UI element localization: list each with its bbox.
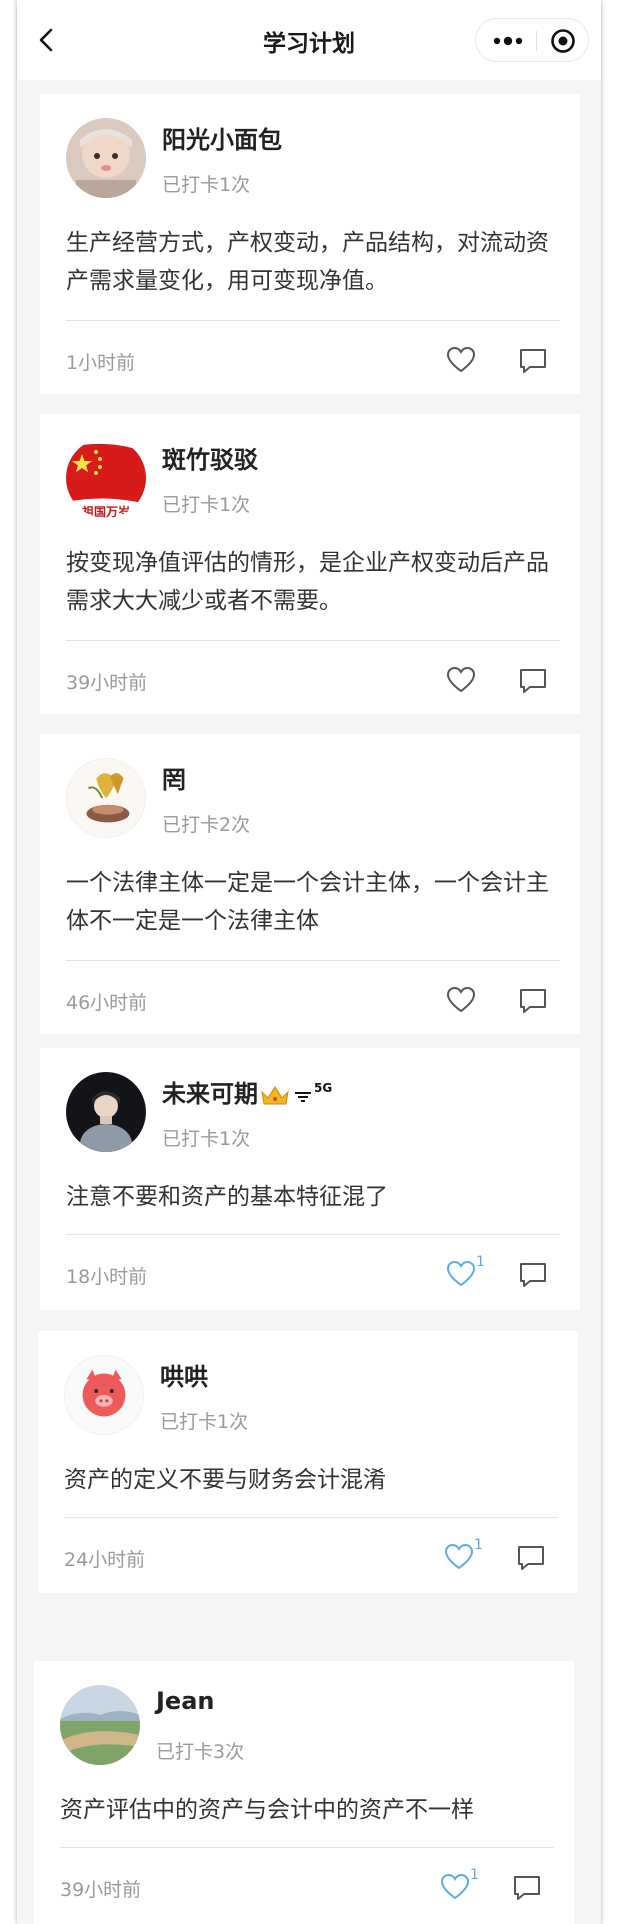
heart-icon [446, 986, 476, 1013]
like-button[interactable] [446, 986, 486, 1020]
divider [66, 960, 560, 961]
app-frame: 学习计划 阳光小面包 已打卡1次 生产经营方式，产权变动，产品结构，对流动资产需… [17, 0, 601, 1924]
avatar[interactable] [66, 118, 146, 198]
like-count: 1 [474, 1537, 483, 1553]
like-button[interactable] [446, 666, 486, 700]
post-card: Jean 已打卡3次 资产评估中的资产与会计中的资产不一样 39小时前 1 [34, 1661, 574, 1924]
heart-icon [446, 346, 476, 373]
heart-icon [446, 1260, 476, 1287]
user-name-text: 未来可期 [162, 1080, 258, 1108]
post-time: 24小时前 [64, 1549, 146, 1571]
like-count: 1 [476, 1254, 485, 1270]
signal-5g-label: 5G [314, 1081, 333, 1095]
avatar[interactable]: 祖国万岁 [66, 438, 146, 518]
divider [64, 1517, 558, 1518]
post-card: 阳光小面包 已打卡1次 生产经营方式，产权变动，产品结构，对流动资产需求量变化，… [40, 94, 580, 394]
post-card: 祖国万岁 斑竹驳驳 已打卡1次 按变现净值评估的情形，是企业产权变动后产品需求大… [40, 414, 580, 714]
user-name: 斑竹驳驳 [162, 446, 258, 474]
divider [66, 640, 560, 641]
post-content: 按变现净值评估的情形，是企业产权变动后产品需求大大减少或者不需要。 [66, 550, 549, 614]
capsule-divider [536, 31, 537, 51]
checkin-count: 已打卡1次 [162, 1128, 251, 1150]
wifi-icon [295, 1092, 311, 1102]
heart-icon [440, 1873, 470, 1900]
avatar[interactable] [64, 1355, 144, 1435]
user-name: 阳光小面包 [162, 126, 282, 154]
like-button[interactable] [446, 346, 486, 380]
post-time: 39小时前 [60, 1879, 142, 1901]
comment-icon[interactable] [516, 1543, 546, 1573]
nav-bar: 学习计划 [17, 0, 601, 80]
checkin-count: 已打卡1次 [160, 1411, 249, 1433]
crown-icon [261, 1086, 289, 1105]
like-count: 1 [470, 1867, 479, 1883]
avatar[interactable] [66, 1072, 146, 1152]
divider [66, 1234, 560, 1235]
post-time: 46小时前 [66, 992, 148, 1014]
post-time: 1小时前 [66, 352, 136, 374]
more-dots-icon[interactable] [490, 28, 526, 54]
checkin-count: 已打卡2次 [162, 814, 251, 836]
like-button[interactable]: 1 [446, 1254, 486, 1294]
divider [60, 1847, 554, 1848]
heart-icon [444, 1543, 474, 1570]
user-name: Jean [156, 1687, 215, 1715]
comment-icon[interactable] [518, 666, 548, 696]
post-card: 未来可期 5G 已打卡1次 注意不要和资产的基本特征混了 18小时前 1 [40, 1048, 580, 1310]
comment-icon[interactable] [518, 346, 548, 376]
comment-icon[interactable] [518, 1260, 548, 1290]
post-card: 罔 已打卡2次 一个法律主体一定是一个会计主体，一个会计主体不一定是一个法律主体… [40, 734, 580, 1034]
comment-icon[interactable] [512, 1873, 542, 1903]
checkin-count: 已打卡1次 [162, 174, 251, 196]
post-card: 哄哄 已打卡1次 资产的定义不要与财务会计混淆 24小时前 1 [38, 1331, 578, 1593]
heart-icon [446, 666, 476, 693]
user-name: 罔 [162, 766, 186, 794]
like-button[interactable]: 1 [444, 1537, 484, 1577]
post-content: 生产经营方式，产权变动，产品结构，对流动资产需求量变化，用可变现净值。 [66, 230, 549, 294]
avatar-caption: 祖国万岁 [81, 504, 130, 518]
signal-5g: 5G [294, 1081, 332, 1109]
divider [66, 320, 560, 321]
user-name: 未来可期 5G [162, 1074, 332, 1109]
post-content: 资产评估中的资产与会计中的资产不一样 [60, 1797, 474, 1823]
checkin-count: 已打卡1次 [162, 494, 251, 516]
avatar[interactable] [60, 1685, 140, 1765]
like-button[interactable]: 1 [440, 1867, 480, 1907]
user-name: 哄哄 [160, 1363, 208, 1391]
post-time: 39小时前 [66, 672, 148, 694]
post-content: 一个法律主体一定是一个会计主体，一个会计主体不一定是一个法律主体 [66, 870, 549, 934]
target-circle-icon[interactable] [550, 28, 576, 54]
checkin-count: 已打卡3次 [156, 1741, 245, 1763]
comment-icon[interactable] [518, 986, 548, 1016]
post-time: 18小时前 [66, 1266, 148, 1288]
post-content: 注意不要和资产的基本特征混了 [66, 1184, 388, 1210]
capsule-menu [475, 18, 589, 62]
avatar[interactable] [66, 758, 146, 838]
post-content: 资产的定义不要与财务会计混淆 [64, 1467, 386, 1493]
